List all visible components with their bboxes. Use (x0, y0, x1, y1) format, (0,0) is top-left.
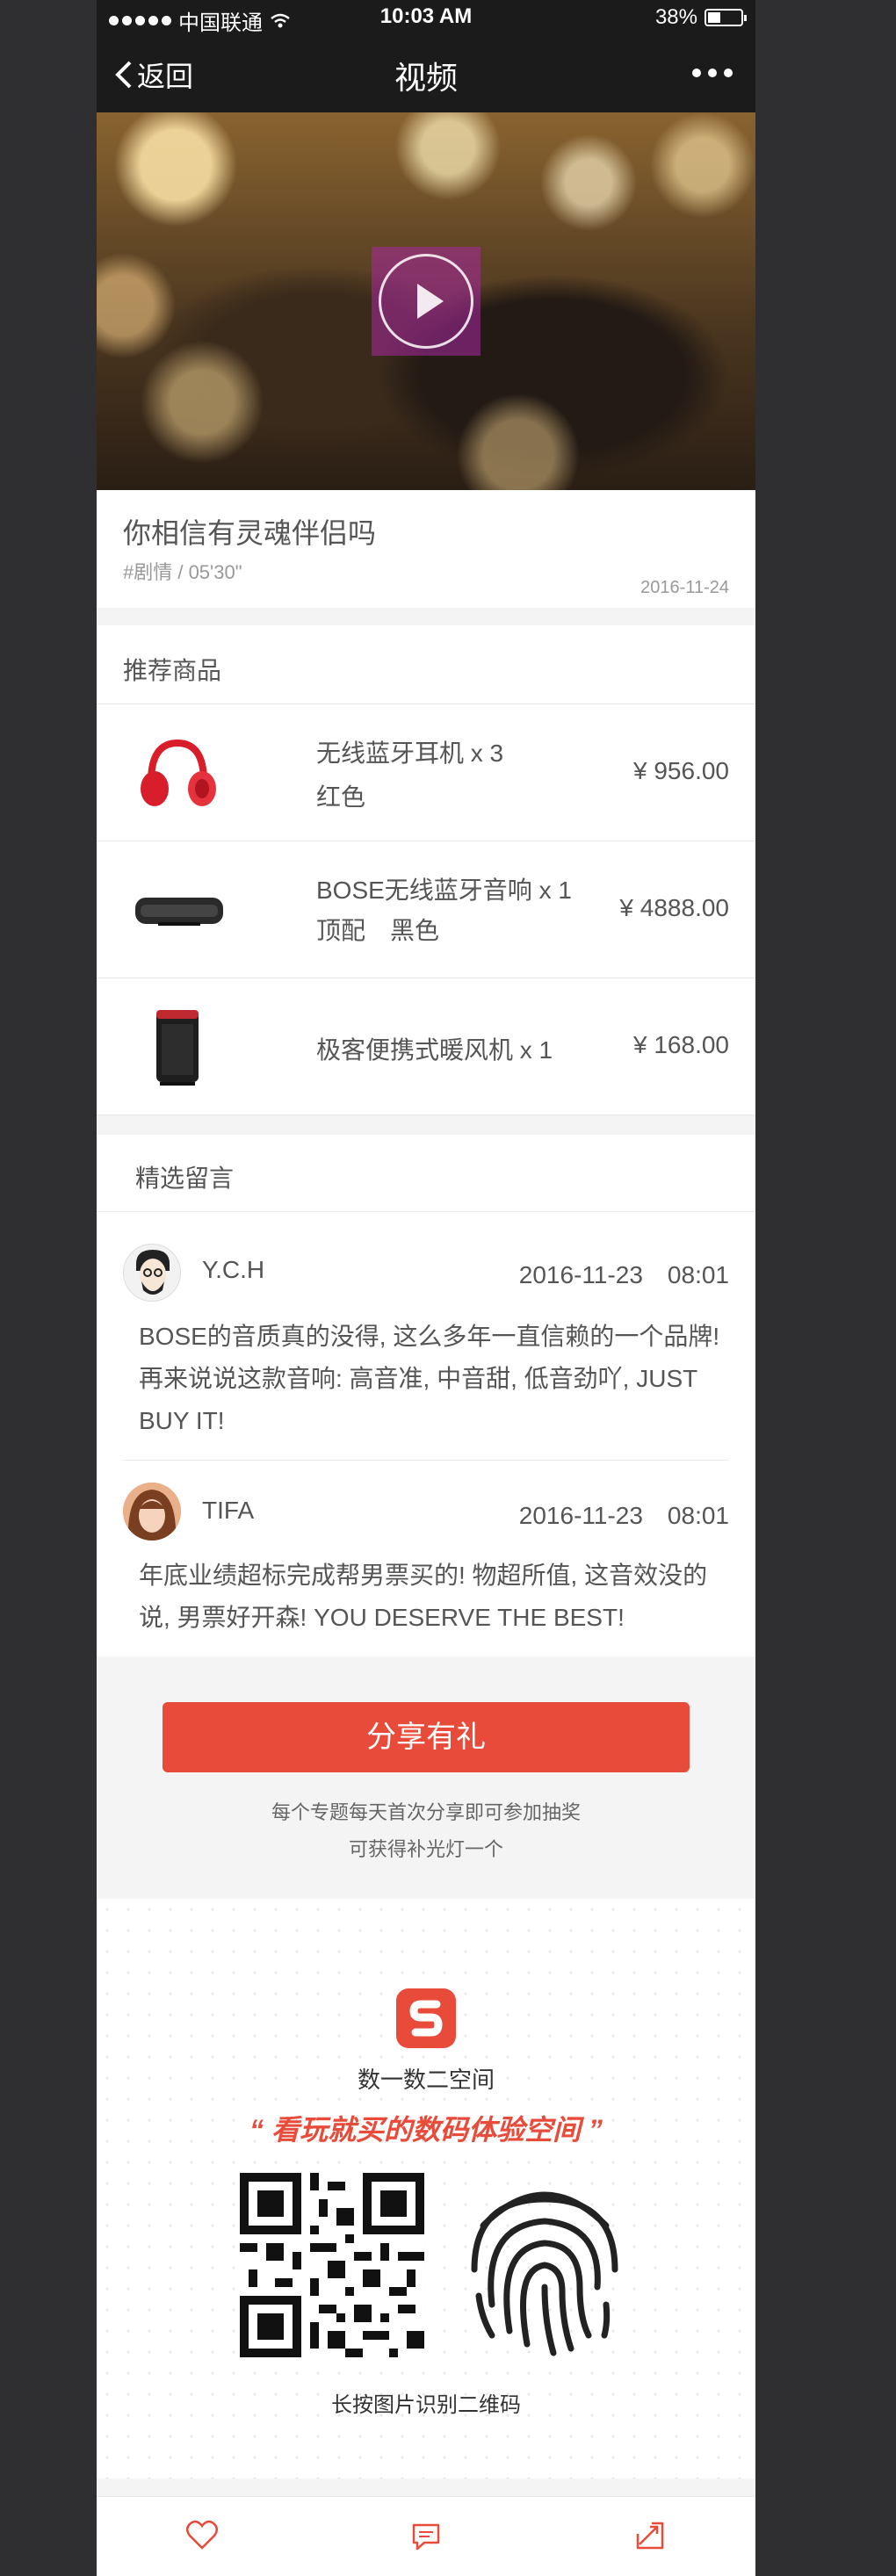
comment-author: Y.C.H (202, 1256, 265, 1283)
play-button[interactable] (372, 247, 481, 356)
avatar[interactable] (123, 1244, 181, 1302)
red-headphones-icon (141, 739, 216, 806)
comment-body: 年底业绩超标完成帮男票买的! 物超所值, 这音效没的说, 男票好开森! YOU … (139, 1562, 708, 1631)
page-title: 视频 (394, 60, 458, 96)
comment-divider (123, 1460, 729, 1461)
battery-icon (705, 9, 747, 26)
share-section: 分享有礼 每个专题每天首次分享即可参加抽奖 可获得补光灯一个 (97, 1656, 755, 1899)
video-date: 2016-11-24 (640, 578, 729, 597)
status-right: 38% (654, 5, 747, 30)
product-name: 无线蓝牙耳机 x 3 (316, 740, 504, 767)
comments-section: 精选留言 Y.C.H 2016-11-23 08:01 BOSE的音质真的没得,… (97, 1135, 755, 1656)
product-price: ¥ 4888.00 (619, 894, 729, 921)
more-dot-icon (692, 69, 701, 77)
battery-percent: 38% (654, 5, 697, 29)
share-note-line1: 每个专题每天首次分享即可参加抽奖 (271, 1801, 581, 1823)
poster-slogan: “ 看玩就买的数码体验空间 ” (249, 2114, 603, 2146)
fingerprint-icon (471, 2191, 618, 2356)
video-title: 你相信有灵魂伴侣吗 (123, 517, 377, 549)
black-speaker-icon (135, 898, 223, 926)
comment-date: 2016-11-23 08:01 (518, 1261, 729, 1288)
product-price: ¥ 956.00 (633, 757, 729, 784)
product-item[interactable]: 极客便携式暖风机 x 1 ¥ 168.00 (97, 978, 755, 1115)
brand-name: 数一数二空间 (357, 2067, 495, 2093)
comments-title: 精选留言 (135, 1165, 235, 1192)
product-spec: 顶配 黑色 (316, 917, 440, 944)
status-bar: 中国联通 10:03 AM 38% (97, 0, 755, 35)
comment-author: TIFA (202, 1497, 255, 1524)
avatar-icon (136, 1250, 170, 1295)
share-icon[interactable] (632, 2518, 668, 2553)
phone-screen: 中国联通 10:03 AM 38% 返回 视频 你相信有灵魂伴侣吗 #剧情 / … (97, 0, 755, 2576)
brand-logo-icon (396, 1988, 456, 2048)
nav-bar: 返回 视频 (97, 35, 755, 112)
comment-icon[interactable] (408, 2518, 444, 2553)
qr-code-icon (240, 2173, 424, 2357)
comments-header: 精选留言 (97, 1135, 755, 1212)
product-spec: 红色 (316, 783, 366, 811)
video-info: 你相信有灵魂伴侣吗 #剧情 / 05'30" 2016-11-24 (97, 490, 755, 608)
heater-icon (156, 1010, 199, 1086)
share-button[interactable]: 分享有礼 (163, 1702, 690, 1772)
play-icon (417, 284, 444, 319)
product-item[interactable]: BOSE无线蓝牙音响 x 1 顶配 黑色 ¥ 4888.00 (97, 841, 755, 978)
avatar-icon (123, 1483, 181, 1541)
qr-caption: 长按图片识别二维码 (331, 2393, 521, 2417)
more-button[interactable] (692, 69, 733, 77)
recommend-title: 推荐商品 (123, 657, 222, 684)
video-tag: #剧情 / 05'30" (123, 561, 242, 583)
product-name: 极客便携式暖风机 x 1 (316, 1036, 553, 1064)
share-poster[interactable]: 数一数二空间 “ 看玩就买的数码体验空间 ” 长按图片识别二维码 (97, 1899, 755, 2479)
bottom-toolbar (97, 2496, 755, 2576)
avatar[interactable] (123, 1483, 181, 1541)
share-note-line2: 可获得补光灯一个 (348, 1838, 503, 1860)
comment-body: BOSE的音质真的没得, 这么多年一直信赖的一个品牌! 再来说说这款音响: 高音… (139, 1323, 720, 1434)
heart-icon[interactable] (184, 2518, 220, 2553)
recommend-header: 推荐商品 (97, 625, 755, 704)
product-price: ¥ 168.00 (633, 1031, 729, 1058)
video-player[interactable] (97, 112, 755, 490)
product-name: BOSE无线蓝牙音响 x 1 (316, 877, 572, 904)
product-item[interactable]: 无线蓝牙耳机 x 3 红色 ¥ 956.00 (97, 704, 755, 841)
comment-date: 2016-11-23 08:01 (518, 1502, 729, 1529)
